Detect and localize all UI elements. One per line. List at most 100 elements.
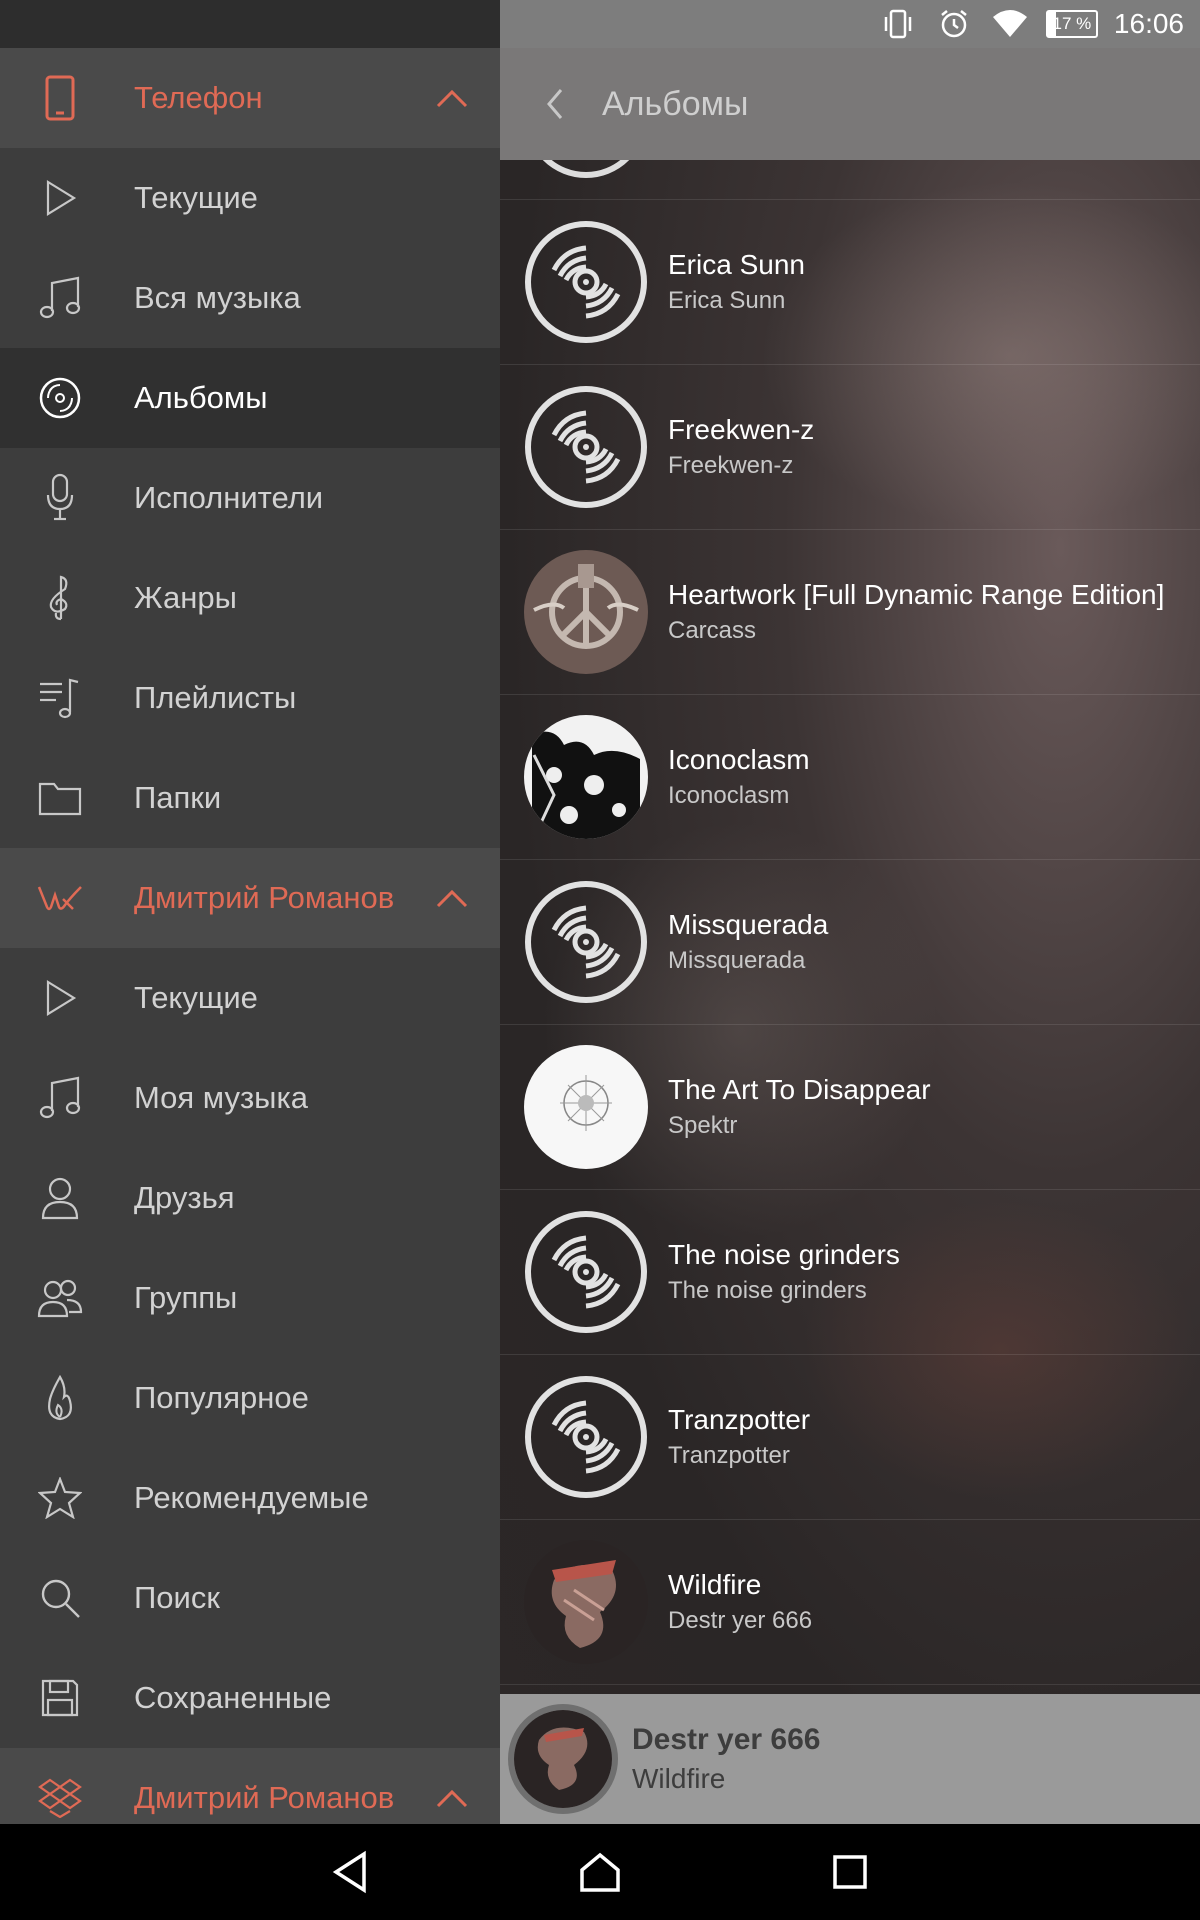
phone-item-2[interactable]: Альбомы — [0, 348, 500, 448]
album-cover-image — [524, 550, 648, 674]
album-cover — [524, 1540, 648, 1664]
star-icon — [30, 1468, 90, 1528]
album-row[interactable]: Missquerada Missquerada — [500, 860, 1200, 1025]
album-title: The Art To Disappear — [668, 1074, 931, 1105]
album-cover — [524, 220, 648, 344]
nav-item-label: Рекомендуемые — [134, 1480, 369, 1515]
album-row[interactable]: Freekwen-z Freekwen-z — [500, 365, 1200, 530]
nav-item-label: Плейлисты — [134, 680, 297, 715]
vk-item-5[interactable]: Рекомендуемые — [0, 1448, 500, 1548]
album-cover — [524, 550, 648, 674]
nav-item-label: Группы — [134, 1280, 238, 1315]
app-toolbar: Альбомы — [500, 48, 1200, 160]
phone-item-3[interactable]: Исполнители — [0, 448, 500, 548]
album-row[interactable]: The Art To Disappear Spektr — [500, 1025, 1200, 1190]
chevron-up-icon[interactable] — [432, 878, 472, 918]
chevron-left-icon — [547, 89, 563, 119]
album-row[interactable]: Tranzpotter Tranzpotter — [500, 1355, 1200, 1520]
search-icon — [30, 1568, 90, 1628]
chevron-up-icon[interactable] — [432, 1778, 472, 1818]
chevron-up-icon[interactable] — [432, 78, 472, 118]
album-artist: Tranzpotter — [668, 1442, 790, 1469]
section-label: Дмитрий Романов — [134, 880, 395, 915]
flame-icon — [30, 1368, 90, 1428]
vk-item-7[interactable]: Сохраненные — [0, 1648, 500, 1748]
wifi-icon — [990, 4, 1030, 44]
album-row-partial[interactable] — [500, 160, 1200, 200]
album-title: Iconoclasm — [668, 744, 810, 775]
vk-item-0[interactable]: Текущие — [0, 948, 500, 1048]
system-navigation-bar — [0, 1824, 1200, 1920]
album-cover-image — [524, 1045, 648, 1169]
back-triangle-icon — [332, 1850, 366, 1894]
phone-item-0[interactable]: Текущие — [0, 148, 500, 248]
album-cover — [524, 1210, 648, 1334]
phone-item-6[interactable]: Папки — [0, 748, 500, 848]
album-cover — [524, 1045, 648, 1169]
disc-placeholder-icon — [525, 881, 647, 1003]
alarm-icon — [934, 4, 974, 44]
vk-item-4[interactable]: Популярное — [0, 1348, 500, 1448]
album-row[interactable]: The noise grinders The noise grinders — [500, 1190, 1200, 1355]
battery-indicator: 17 % — [1045, 10, 1098, 38]
album-row[interactable]: Erica Sunn Erica Sunn — [500, 200, 1200, 365]
nav-item-label: Альбомы — [134, 380, 268, 415]
home-icon — [580, 1852, 620, 1892]
nav-home-button[interactable] — [570, 1842, 630, 1902]
album-artist: Erica Sunn — [668, 287, 786, 314]
disc-placeholder-icon — [525, 1211, 647, 1333]
playlist-icon — [30, 668, 90, 728]
vk-item-1[interactable]: Моя музыка — [0, 1048, 500, 1148]
album-cover — [524, 385, 648, 509]
section-header-dropbox[interactable]: Дмитрий Романов — [0, 1748, 500, 1824]
nav-item-label: Моя музыка — [134, 1080, 308, 1115]
nav-item-label: Вся музыка — [134, 280, 301, 315]
battery-level: 17 % — [1052, 14, 1092, 33]
vk-item-2[interactable]: Друзья — [0, 1148, 500, 1248]
album-artist: Destr yer 666 — [668, 1607, 813, 1634]
album-artist: Iconoclasm — [668, 782, 790, 809]
now-playing-bar[interactable]: Destr yer 666 Wildfire — [500, 1694, 1200, 1824]
play-icon — [30, 968, 90, 1028]
vk-item-6[interactable]: Поиск — [0, 1548, 500, 1648]
vk-item-3[interactable]: Группы — [0, 1248, 500, 1348]
album-title: Wildfire — [668, 1569, 762, 1600]
album-artist: Spektr — [668, 1112, 738, 1139]
nav-item-label: Жанры — [134, 580, 237, 615]
album-row[interactable]: Wildfire Destr yer 666 — [500, 1520, 1200, 1685]
now-playing-cover — [508, 1704, 618, 1814]
disc-placeholder-icon — [525, 221, 647, 343]
drawer-status-strip — [0, 0, 500, 48]
nav-item-label: Папки — [134, 780, 222, 815]
save-icon — [30, 1668, 90, 1728]
back-button[interactable] — [518, 48, 594, 160]
album-list[interactable]: Erica Sunn Erica Sunn Freekwen-z Freekwen-… — [500, 160, 1200, 1695]
phone-item-1[interactable]: Вся музыка — [0, 248, 500, 348]
album-row[interactable]: Heartwork [Full Dynamic Range Edition] Ca… — [500, 530, 1200, 695]
disc-placeholder-icon — [525, 386, 647, 508]
disc-placeholder-icon — [524, 160, 648, 179]
nav-recents-button[interactable] — [820, 1842, 880, 1902]
nav-back-button[interactable] — [320, 1842, 380, 1902]
phone-item-4[interactable]: Жанры — [0, 548, 500, 648]
microphone-icon — [30, 468, 90, 528]
dropbox-icon — [30, 1768, 90, 1824]
album-cover-image — [524, 715, 648, 839]
play-icon — [30, 168, 90, 228]
vk-icon — [30, 868, 90, 928]
disc-placeholder-icon — [525, 1376, 647, 1498]
album-title: Erica Sunn — [668, 249, 805, 280]
album-artist: The noise grinders — [668, 1277, 867, 1304]
phone-item-5[interactable]: Плейлисты — [0, 648, 500, 748]
vibrate-icon — [878, 4, 918, 44]
section-header-vk[interactable]: Дмитрий Романов — [0, 848, 500, 948]
section-header-phone[interactable]: Телефон — [0, 48, 500, 148]
album-row[interactable]: Iconoclasm Iconoclasm — [500, 695, 1200, 860]
page-title: Альбомы — [602, 84, 749, 123]
album-cover — [524, 715, 648, 839]
now-playing-title: Wildfire — [632, 1763, 726, 1794]
group-icon — [30, 1268, 90, 1328]
album-artist: Carcass — [668, 617, 757, 644]
recents-icon — [833, 1855, 867, 1889]
nav-item-label: Поиск — [134, 1580, 220, 1615]
